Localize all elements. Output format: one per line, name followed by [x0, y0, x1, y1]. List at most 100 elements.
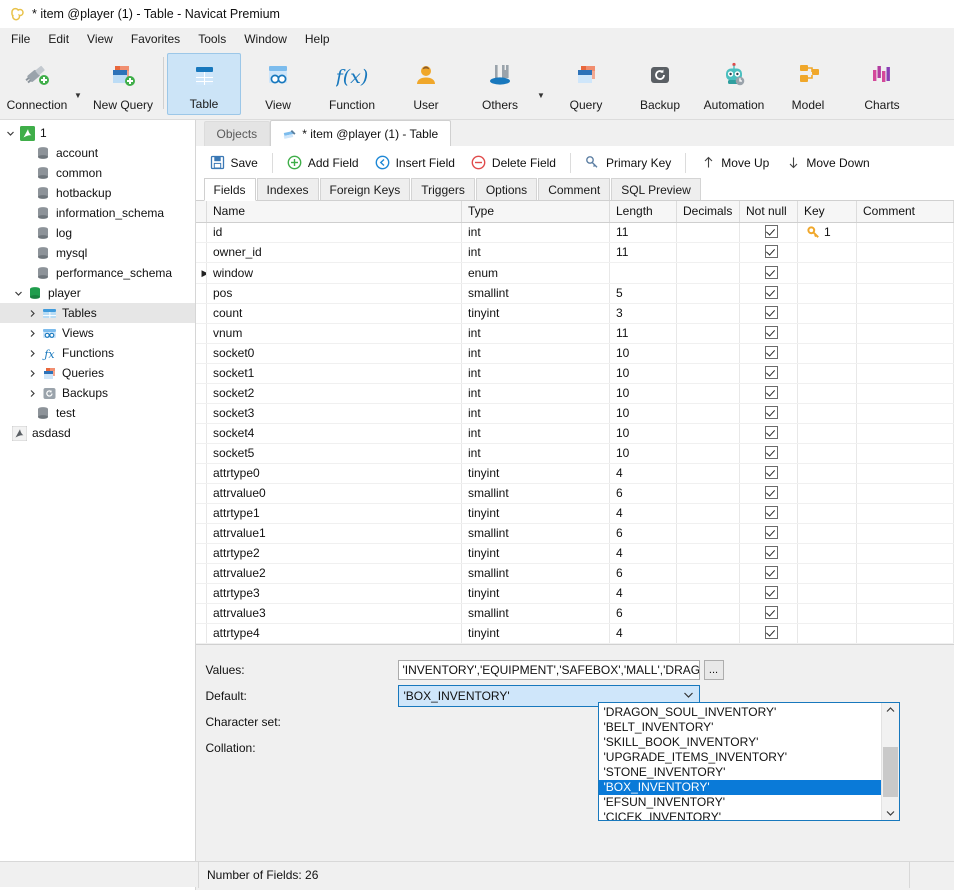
cell-decimals[interactable] — [677, 603, 740, 623]
tree-item-hotbackup[interactable]: hotbackup — [0, 183, 195, 203]
cell-type[interactable]: int — [462, 343, 610, 363]
values-input[interactable]: 'INVENTORY','EQUIPMENT','SAFEBOX','MALL'… — [398, 660, 700, 680]
cell-notnull[interactable] — [740, 323, 798, 343]
checkbox-checked-icon[interactable] — [765, 626, 778, 639]
move-down-button[interactable]: Move Down — [777, 152, 877, 174]
checkbox-checked-icon[interactable] — [765, 286, 778, 299]
menu-item-edit[interactable]: Edit — [39, 29, 78, 49]
cell-comment[interactable] — [857, 483, 954, 503]
cell-length[interactable]: 6 — [610, 483, 677, 503]
checkbox-checked-icon[interactable] — [765, 426, 778, 439]
ribbon-new-query-button[interactable]: New Query — [86, 53, 160, 115]
sidebar-item-queries[interactable]: Queries — [0, 363, 195, 383]
cell-name[interactable]: socket4 — [207, 423, 462, 443]
cell-notnull[interactable] — [740, 222, 798, 242]
cell-name[interactable]: count — [207, 303, 462, 323]
cell-name[interactable]: owner_id — [207, 242, 462, 262]
cell-length[interactable]: 4 — [610, 543, 677, 563]
cell-name[interactable]: socket1 — [207, 363, 462, 383]
ribbon-backup-button[interactable]: Backup — [623, 53, 697, 115]
scroll-down-arrow-icon[interactable] — [882, 806, 899, 820]
cell-comment[interactable] — [857, 222, 954, 242]
tab-comment[interactable]: Comment — [538, 178, 610, 200]
cell-type[interactable]: int — [462, 323, 610, 343]
tab-foreign-keys[interactable]: Foreign Keys — [320, 178, 411, 200]
cell-decimals[interactable] — [677, 363, 740, 383]
cell-comment[interactable] — [857, 303, 954, 323]
cell-decimals[interactable] — [677, 543, 740, 563]
cell-name[interactable]: socket3 — [207, 403, 462, 423]
table-row[interactable]: count tinyint 3 — [196, 303, 954, 323]
cell-key[interactable] — [798, 523, 857, 543]
chevron-right-icon[interactable] — [24, 309, 40, 318]
checkbox-checked-icon[interactable] — [765, 306, 778, 319]
cell-type[interactable]: tinyint — [462, 303, 610, 323]
cell-key[interactable] — [798, 483, 857, 503]
table-row[interactable]: socket4 int 10 — [196, 423, 954, 443]
tab-triggers[interactable]: Triggers — [411, 178, 475, 200]
tree-item-performance-schema[interactable]: performance_schema — [0, 263, 195, 283]
sidebar-item-functions[interactable]: ƒx Functions — [0, 343, 195, 363]
add-field-button[interactable]: Add Field — [279, 152, 367, 174]
cell-name[interactable]: attrtype4 — [207, 623, 462, 643]
tree-item-player[interactable]: player — [0, 283, 195, 303]
cell-notnull[interactable] — [740, 543, 798, 563]
tab-objects[interactable]: Objects — [204, 121, 271, 146]
scroll-up-arrow-icon[interactable] — [882, 703, 899, 717]
table-row[interactable]: socket2 int 10 — [196, 383, 954, 403]
table-row[interactable]: ▶ window enum — [196, 262, 954, 283]
cell-notnull[interactable] — [740, 343, 798, 363]
cell-decimals[interactable] — [677, 283, 740, 303]
cell-type[interactable]: int — [462, 423, 610, 443]
checkbox-checked-icon[interactable] — [765, 506, 778, 519]
cell-name[interactable]: socket0 — [207, 343, 462, 363]
chevron-right-icon[interactable] — [24, 349, 40, 358]
cell-length[interactable] — [610, 262, 677, 283]
tab-fields[interactable]: Fields — [204, 178, 256, 201]
cell-type[interactable]: int — [462, 383, 610, 403]
table-row[interactable]: attrvalue2 smallint 6 — [196, 563, 954, 583]
cell-decimals[interactable] — [677, 463, 740, 483]
cell-length[interactable]: 11 — [610, 222, 677, 242]
dropdown-scrollbar[interactable] — [881, 703, 899, 820]
dropdown-option[interactable]: 'BELT_INVENTORY' — [599, 720, 881, 735]
cell-key[interactable] — [798, 543, 857, 563]
tree-item-asdasd[interactable]: asdasd — [0, 423, 195, 443]
cell-comment[interactable] — [857, 403, 954, 423]
cell-decimals[interactable] — [677, 303, 740, 323]
tab-options[interactable]: Options — [476, 178, 537, 200]
cell-type[interactable]: tinyint — [462, 623, 610, 643]
cell-type[interactable]: smallint — [462, 523, 610, 543]
cell-length[interactable]: 10 — [610, 403, 677, 423]
cell-comment[interactable] — [857, 242, 954, 262]
cell-length[interactable]: 10 — [610, 423, 677, 443]
table-row[interactable]: owner_id int 11 — [196, 242, 954, 262]
column-header-comment[interactable]: Comment — [857, 201, 954, 222]
ribbon-charts-button[interactable]: Charts — [845, 53, 919, 115]
cell-notnull[interactable] — [740, 523, 798, 543]
cell-length[interactable]: 10 — [610, 443, 677, 463]
ribbon-user-button[interactable]: User — [389, 53, 463, 115]
tree-item-information-schema[interactable]: information_schema — [0, 203, 195, 223]
cell-comment[interactable] — [857, 343, 954, 363]
dropdown-option[interactable]: 'CICEK_INVENTORY' — [599, 810, 881, 821]
cell-name[interactable]: attrvalue3 — [207, 603, 462, 623]
default-dropdown-list[interactable]: 'DRAGON_SOUL_INVENTORY' 'BELT_INVENTORY'… — [598, 702, 900, 821]
cell-key[interactable] — [798, 303, 857, 323]
cell-decimals[interactable] — [677, 563, 740, 583]
cell-key[interactable] — [798, 623, 857, 643]
cell-comment[interactable] — [857, 583, 954, 603]
cell-decimals[interactable] — [677, 323, 740, 343]
table-row[interactable]: socket5 int 10 — [196, 443, 954, 463]
tree-item-test[interactable]: test — [0, 403, 195, 423]
cell-length[interactable]: 4 — [610, 623, 677, 643]
ribbon-table-button[interactable]: Table — [167, 53, 241, 115]
cell-decimals[interactable] — [677, 242, 740, 262]
cell-type[interactable]: tinyint — [462, 503, 610, 523]
cell-key[interactable] — [798, 463, 857, 483]
cell-name[interactable]: pos — [207, 283, 462, 303]
cell-comment[interactable] — [857, 383, 954, 403]
fields-grid[interactable]: Name Type Length Decimals Not null Key C… — [196, 201, 954, 645]
table-row[interactable]: attrtype3 tinyint 4 — [196, 583, 954, 603]
cell-decimals[interactable] — [677, 423, 740, 443]
